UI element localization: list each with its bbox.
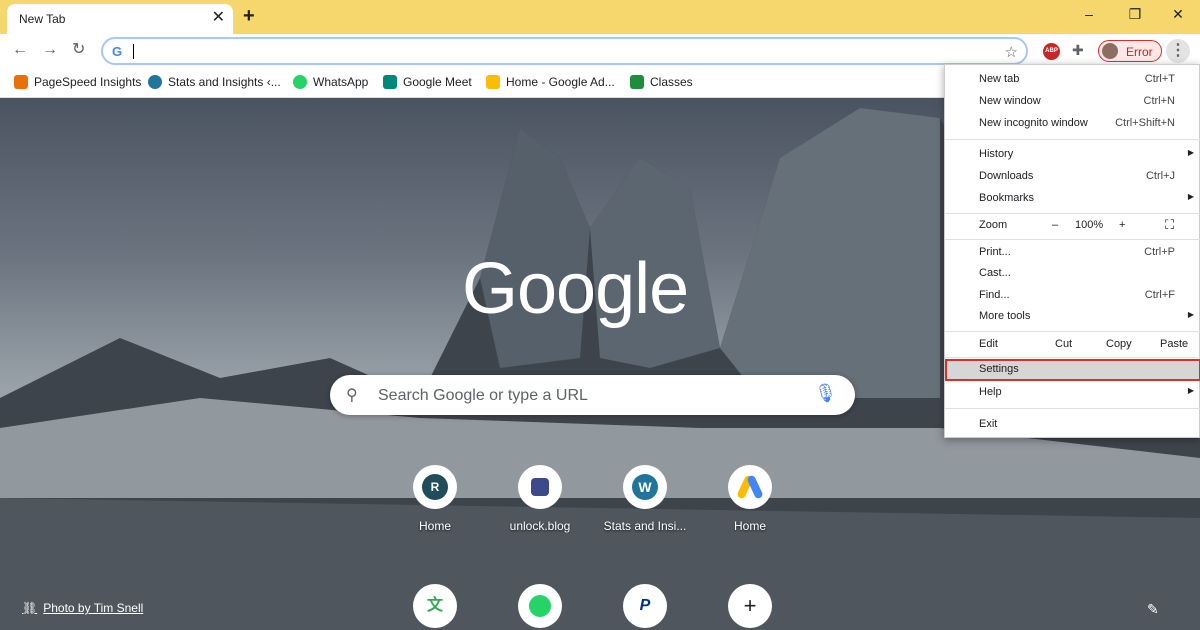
- menu-divider: [945, 239, 1200, 240]
- shortcut-translate[interactable]: 文: [390, 584, 480, 628]
- wordpress-icon: W: [623, 465, 667, 509]
- shortcut-stats[interactable]: W Stats and Insi...: [600, 465, 690, 533]
- submenu-arrow-icon: ▶: [1187, 192, 1194, 201]
- submenu-arrow-icon: ▶: [1187, 148, 1194, 157]
- toolbar: ← → ↻ G ☆ ABP ✚ Error ⋮: [0, 34, 1200, 68]
- menu-help[interactable]: Help ▶: [945, 382, 1200, 404]
- menu-cast[interactable]: Cast...: [945, 263, 1200, 285]
- paypal-icon: P: [623, 584, 667, 628]
- google-logo: Google: [462, 249, 689, 329]
- unlock-blog-icon: [518, 465, 562, 509]
- close-tab-icon[interactable]: ✕: [212, 10, 225, 26]
- pagespeed-icon: [14, 75, 28, 89]
- avatar: [1102, 43, 1118, 59]
- menu-print[interactable]: Print... Ctrl+P: [945, 242, 1200, 264]
- bookmark-star-icon[interactable]: ☆: [1005, 43, 1018, 61]
- menu-downloads[interactable]: Downloads Ctrl+J: [945, 166, 1200, 188]
- menu-divider: [945, 139, 1200, 140]
- tab-title: New Tab: [19, 12, 66, 26]
- menu-kebab-icon[interactable]: ⋮: [1166, 39, 1190, 63]
- shortcut-icon: R: [413, 465, 457, 509]
- translate-icon: 文: [413, 584, 457, 628]
- chrome-menu: New tab Ctrl+T New window Ctrl+N New incog…: [944, 64, 1200, 438]
- shortcut-paypal[interactable]: P: [600, 584, 690, 628]
- bookmark-whatsapp[interactable]: WhatsApp: [293, 75, 368, 89]
- profile-button[interactable]: Error: [1098, 40, 1162, 62]
- bookmark-stats[interactable]: Stats and Insights ‹...: [148, 75, 281, 89]
- ntp-search-box[interactable]: ⚲ Search Google or type a URL 🎙: [330, 375, 855, 415]
- search-placeholder: Search Google or type a URL: [378, 387, 588, 404]
- shortcut-unlock-blog[interactable]: unlock.blog: [495, 465, 585, 533]
- address-bar[interactable]: G ☆: [101, 37, 1028, 65]
- bookmark-pagespeed[interactable]: PageSpeed Insights: [14, 75, 141, 89]
- title-bar: New Tab ✕ + – ❐ ✕: [0, 0, 1200, 34]
- shortcut-whatsapp[interactable]: [495, 584, 585, 628]
- menu-bookmarks[interactable]: Bookmarks ▶: [945, 188, 1200, 210]
- tab-new-tab[interactable]: New Tab ✕: [7, 4, 233, 34]
- menu-find[interactable]: Find... Ctrl+F: [945, 285, 1200, 307]
- classroom-icon: [630, 75, 644, 89]
- menu-exit[interactable]: Exit: [945, 414, 1200, 436]
- paste-button[interactable]: Paste: [1160, 338, 1188, 350]
- cut-button[interactable]: Cut: [1055, 338, 1072, 350]
- restore-icon[interactable]: ❐: [1120, 6, 1150, 23]
- zoom-level: 100%: [1075, 219, 1104, 231]
- submenu-arrow-icon: ▶: [1187, 310, 1194, 319]
- menu-new-tab[interactable]: New tab Ctrl+T: [945, 69, 1200, 91]
- link-icon: ⛓: [22, 601, 38, 615]
- google-icon: G: [112, 44, 123, 59]
- zoom-out-button[interactable]: –: [1052, 219, 1058, 231]
- menu-settings[interactable]: Settings: [945, 359, 1200, 381]
- menu-edit: Edit Cut Copy Paste: [979, 338, 1189, 350]
- google-meet-icon: [383, 75, 397, 89]
- adblock-icon[interactable]: ABP: [1043, 43, 1060, 60]
- shortcut-google-ads[interactable]: Home: [705, 465, 795, 533]
- window-close-icon[interactable]: ✕: [1163, 6, 1193, 23]
- search-icon: ⚲: [346, 387, 358, 404]
- photo-credit-link[interactable]: ⛓ Photo by Tim Snell: [22, 601, 143, 615]
- back-icon[interactable]: ←: [12, 42, 28, 58]
- whatsapp-icon: [293, 75, 307, 89]
- menu-divider: [945, 357, 1200, 358]
- extensions-puzzle-icon[interactable]: ✚: [1072, 42, 1084, 59]
- menu-more-tools[interactable]: More tools ▶: [945, 306, 1200, 328]
- menu-new-incognito[interactable]: New incognito window Ctrl+Shift+N: [945, 113, 1200, 135]
- menu-divider: [945, 408, 1200, 409]
- google-ads-icon: [486, 75, 500, 89]
- profile-label: Error: [1126, 45, 1153, 59]
- submenu-arrow-icon: ▶: [1187, 386, 1194, 395]
- reload-icon[interactable]: ↻: [72, 42, 85, 58]
- bookmark-google-ads[interactable]: Home - Google Ad...: [486, 75, 615, 89]
- text-caret: [133, 44, 134, 59]
- microphone-icon[interactable]: 🎙: [814, 383, 837, 404]
- menu-new-window[interactable]: New window Ctrl+N: [945, 91, 1200, 113]
- menu-divider: [945, 331, 1200, 332]
- shortcut-home[interactable]: R Home: [390, 465, 480, 533]
- wordpress-icon: [148, 75, 162, 89]
- google-ads-icon: [728, 465, 772, 509]
- forward-icon[interactable]: →: [42, 42, 58, 58]
- fullscreen-icon[interactable]: ⛶: [1165, 217, 1174, 233]
- new-tab-button[interactable]: +: [243, 6, 255, 26]
- whatsapp-icon: [518, 584, 562, 628]
- add-shortcut-button[interactable]: +: [705, 584, 795, 628]
- minimize-icon[interactable]: –: [1074, 6, 1104, 22]
- plus-icon: +: [728, 584, 772, 628]
- bookmark-classes[interactable]: Classes: [630, 75, 693, 89]
- menu-history[interactable]: History ▶: [945, 144, 1200, 166]
- customize-pencil-icon[interactable]: ✎: [1147, 601, 1159, 618]
- menu-divider: [945, 213, 1200, 214]
- bookmark-google-meet[interactable]: Google Meet: [383, 75, 472, 89]
- copy-button[interactable]: Copy: [1106, 338, 1132, 350]
- zoom-in-button[interactable]: +: [1119, 219, 1125, 231]
- menu-zoom: Zoom – 100% + ⛶: [979, 217, 1175, 233]
